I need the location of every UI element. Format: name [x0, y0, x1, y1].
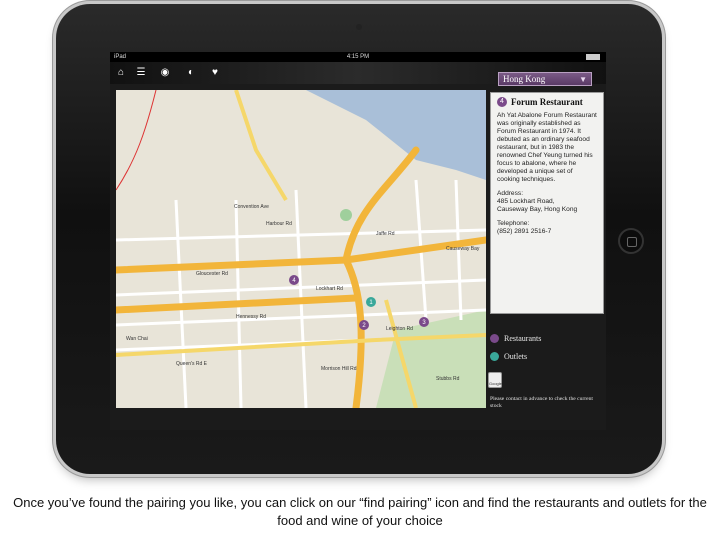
home-icon[interactable]: ⌂	[114, 66, 128, 80]
city-dropdown[interactable]: Hong Kong ▼	[498, 72, 592, 86]
map-label: Causeway Bay	[446, 246, 480, 252]
address-line: Causeway Bay, Hong Kong	[497, 206, 578, 213]
pie-chart-icon[interactable]: ◐	[184, 66, 198, 80]
map-label: Morrison Hill Rd	[321, 366, 357, 372]
map-label: Lockhart Rd	[316, 286, 343, 292]
google-button-label: Google	[489, 381, 502, 386]
heart-icon[interactable]: ♥	[208, 66, 222, 80]
legend-restaurants[interactable]: Restaurants	[490, 334, 541, 343]
camera	[356, 24, 362, 30]
map-label: Wan Chai	[126, 336, 148, 342]
list-icon[interactable]: ☰	[134, 66, 148, 80]
map-label: Stubbs Rd	[436, 376, 460, 382]
map-label: Leighton Rd	[386, 326, 413, 332]
battery-icon	[586, 54, 600, 60]
restaurant-title: Forum Restaurant	[511, 97, 583, 107]
status-time: 4:15 PM	[346, 54, 370, 60]
restaurant-description: Ah Yat Abalone Forum Restaurant was orig…	[497, 112, 597, 183]
google-button[interactable]: Google	[488, 372, 502, 388]
map-label: Jaffe Rd	[376, 231, 395, 237]
address-label: Address:	[497, 190, 524, 197]
legend-outlets[interactable]: Outlets	[490, 352, 527, 361]
app-screen: iPad 4:15 PM ⌂ ☰ ◉ ◐ ♥ Hong Kong ▼ Conve…	[110, 52, 606, 430]
telephone-number[interactable]: (852) 2891 2516-7	[497, 228, 597, 236]
map-label: Harbour Rd	[266, 221, 292, 227]
telephone-label: Telephone:	[497, 220, 530, 227]
status-bar: iPad 4:15 PM	[110, 52, 606, 62]
map-label: Gloucester Rd	[196, 271, 228, 277]
marker-number-badge: 4	[497, 97, 507, 107]
address-line: 485 Lockhart Road,	[497, 198, 555, 205]
location-pin-icon[interactable]: ◉	[158, 66, 172, 80]
map-label: Convention Ave	[234, 204, 269, 210]
restaurant-info-panel: 4 Forum Restaurant Ah Yat Abalone Forum …	[490, 92, 604, 314]
map-label: Queen's Rd E	[176, 361, 208, 367]
chevron-down-icon: ▼	[579, 75, 587, 84]
map-view[interactable]: Convention Ave Harbour Rd Gloucester Rd …	[116, 90, 486, 408]
outlet-legend-dot	[490, 352, 499, 361]
legend-label: Restaurants	[504, 334, 542, 343]
city-dropdown-value: Hong Kong	[503, 74, 546, 84]
legend-label: Outlets	[504, 352, 528, 361]
map-label: Hennessy Rd	[236, 314, 266, 320]
home-button[interactable]	[618, 228, 644, 254]
roundabout	[340, 209, 352, 221]
restaurant-legend-dot	[490, 334, 499, 343]
info-title-row: 4 Forum Restaurant	[497, 97, 597, 107]
map-graphic: Convention Ave Harbour Rd Gloucester Rd …	[116, 90, 486, 408]
caption-text: Once you’ve found the pairing you like, …	[13, 495, 707, 528]
stock-note: Please contact in advance to check the c…	[490, 396, 593, 409]
